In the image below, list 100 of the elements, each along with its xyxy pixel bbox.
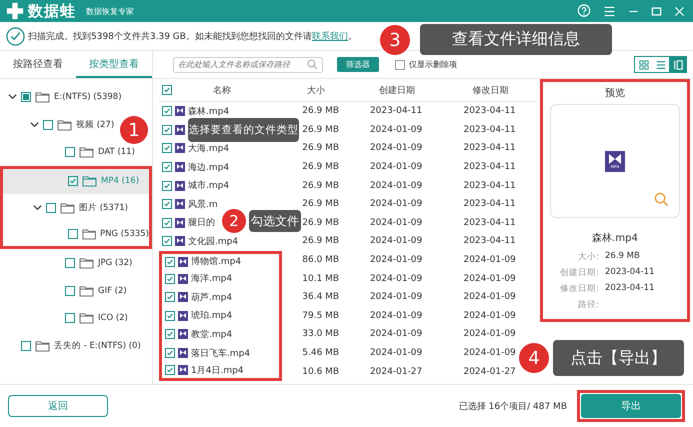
view-tab[interactable]: 按路径查看 <box>0 51 76 78</box>
video-file-icon <box>175 199 185 210</box>
checkmark-icon <box>163 163 171 172</box>
column-header[interactable]: 名称 <box>213 84 231 96</box>
table-cell: 2024-01-09 <box>370 274 422 284</box>
table-cell: 26.9 MB <box>302 218 340 228</box>
checkbox[interactable] <box>43 120 53 130</box>
view-tab[interactable]: 按类型查看 <box>76 51 152 78</box>
checkbox[interactable] <box>68 176 78 186</box>
magnifier-icon[interactable] <box>654 192 669 207</box>
table-cell: 2023-04-11 <box>463 180 516 191</box>
checkbox[interactable] <box>165 274 175 284</box>
checkbox[interactable] <box>21 341 31 352</box>
folder-icon <box>79 312 94 324</box>
video-file-icon <box>175 218 185 228</box>
video-file-icon <box>178 348 188 358</box>
checkbox[interactable] <box>21 92 31 102</box>
file-name: 城市.mp4 <box>188 180 230 192</box>
checkmark-icon <box>166 330 174 338</box>
plus-logo-icon <box>6 2 24 20</box>
tree-label[interactable]: JPG (32) <box>98 258 132 268</box>
file-name: 海边.mp4 <box>188 162 230 174</box>
checkbox[interactable] <box>395 60 405 70</box>
tree-label[interactable]: GIF (2) <box>98 286 127 296</box>
chevron-icon[interactable] <box>33 203 42 212</box>
close-icon[interactable] <box>674 6 685 16</box>
checkbox[interactable] <box>162 236 172 246</box>
search-icon[interactable] <box>307 59 318 70</box>
select-all-checkbox[interactable] <box>162 85 172 95</box>
folder-icon <box>79 146 94 158</box>
table-cell: 2024-01-09 <box>463 292 516 302</box>
field-label: 大小: <box>577 251 599 263</box>
checkbox[interactable] <box>162 199 172 210</box>
column-header[interactable]: 大小 <box>282 84 350 96</box>
checkbox[interactable] <box>65 286 75 296</box>
tree-label[interactable]: ICO (2) <box>98 313 128 324</box>
search-field[interactable]: 在此处输入文件名称或保存路径 <box>173 56 323 72</box>
chevron-icon[interactable] <box>30 120 39 130</box>
table-cell: 2024-01-09 <box>463 274 516 284</box>
checkbox[interactable] <box>165 348 175 358</box>
step-number-badge: 1 <box>120 116 148 144</box>
file-name: 落日飞车.mp4 <box>191 348 250 360</box>
folder-icon <box>60 202 75 214</box>
checkbox[interactable] <box>165 292 175 302</box>
checkbox[interactable] <box>68 228 78 239</box>
checkbox[interactable] <box>162 124 172 135</box>
checkmark-icon <box>163 107 171 116</box>
tree-label[interactable]: 丢失的 - E:(NTFS) (0) <box>54 340 141 352</box>
field-value: 2023-04-11 <box>605 283 656 295</box>
table-cell: 2024-01-09 <box>463 255 516 266</box>
file-name: 森林.mp4 <box>188 106 230 118</box>
file-name: 文化园.mp4 <box>188 236 238 248</box>
callout-tooltip: 点击【导出】 <box>553 340 684 376</box>
help-icon[interactable] <box>577 4 591 18</box>
back-button[interactable]: 返回 <box>8 395 108 417</box>
column-header[interactable]: 修改日期 <box>444 84 537 96</box>
checkmark-icon <box>166 293 174 302</box>
video-file-icon <box>178 365 188 376</box>
file-name: 大海.mp4 <box>188 142 230 155</box>
table-cell: 2023-04-11 <box>463 236 516 246</box>
checkbox[interactable] <box>165 256 175 267</box>
menu-icon[interactable] <box>603 4 616 18</box>
checkbox[interactable] <box>162 162 172 172</box>
table-cell: 2024-01-27 <box>463 366 516 377</box>
checkbox[interactable] <box>165 310 175 321</box>
checkbox[interactable] <box>162 218 172 228</box>
split-panel-icon <box>672 60 682 70</box>
checkbox[interactable] <box>162 143 172 154</box>
checkbox[interactable] <box>65 147 75 158</box>
detail-view-button[interactable] <box>669 57 686 72</box>
checkmark-icon <box>163 218 171 227</box>
checkbox[interactable] <box>65 313 75 324</box>
tree-label[interactable]: PNG (5335) <box>100 228 149 239</box>
checkbox[interactable] <box>46 202 56 213</box>
table-cell: 26.9 MB <box>302 106 340 116</box>
checkbox[interactable] <box>165 365 175 376</box>
chevron-icon[interactable] <box>8 92 17 102</box>
checkmark-icon <box>69 177 77 186</box>
contact-link[interactable]: 联系我们 <box>312 32 348 42</box>
table-cell: 33.0 MB <box>302 329 340 340</box>
tree-label[interactable]: E:(NTFS) (5398) <box>54 92 122 102</box>
folder-icon <box>57 118 72 131</box>
checkbox[interactable] <box>165 329 175 340</box>
table-cell: 2024-01-09 <box>463 310 516 321</box>
export-button[interactable]: 导出 <box>581 394 681 418</box>
column-header[interactable]: 创建日期 <box>350 84 444 96</box>
checkbox[interactable] <box>65 258 75 268</box>
checkmark-icon <box>163 86 171 94</box>
tree-label[interactable]: 图片 (5371) <box>79 202 128 214</box>
table-cell: 2023-04-11 <box>463 106 516 116</box>
checkbox-label: 仅显示删除项 <box>409 59 457 70</box>
maximize-icon[interactable] <box>651 6 662 16</box>
checkbox[interactable] <box>162 180 172 191</box>
tree-label[interactable]: DAT (11) <box>98 147 135 158</box>
folder-icon <box>79 256 94 269</box>
tree-label[interactable]: 视频 (27) <box>76 118 114 131</box>
checkmark-icon <box>163 237 171 246</box>
checkbox[interactable] <box>162 106 172 116</box>
filter-button[interactable]: 筛选器 <box>337 57 379 72</box>
table-cell: 26.9 MB <box>302 124 340 135</box>
